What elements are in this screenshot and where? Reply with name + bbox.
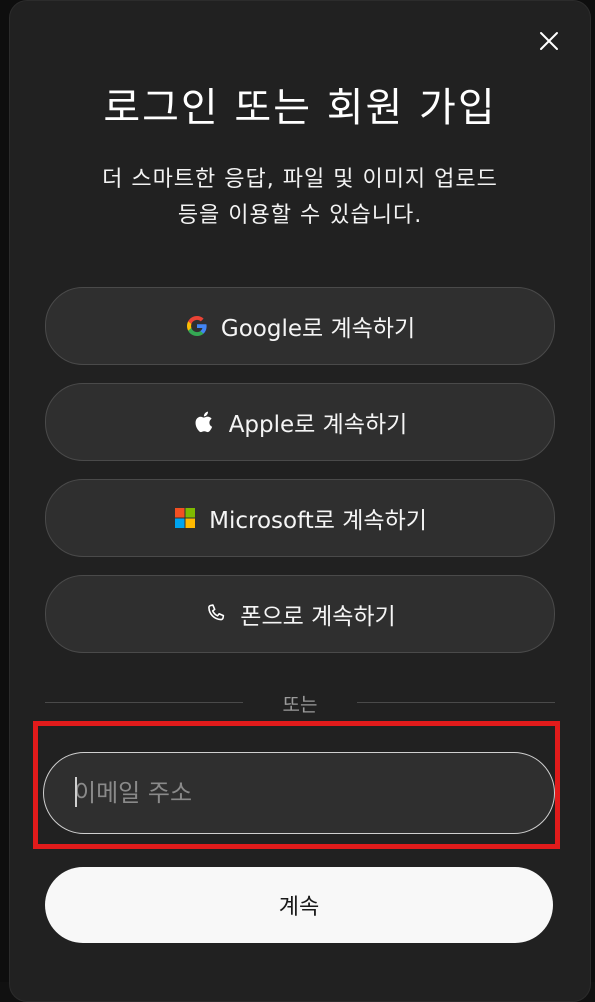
phone-login-label: 폰으로 계속하기 xyxy=(240,604,396,630)
microsoft-login-label: Microsoft로 계속하기 xyxy=(209,508,427,534)
subtitle-line-1: 더 스마트한 응답, 파일 및 이미지 업로드 xyxy=(102,167,498,192)
divider-line-right xyxy=(357,702,555,703)
apple-login-button[interactable]: Apple로 계속하기 xyxy=(45,383,555,461)
or-divider: 또는 xyxy=(45,690,555,716)
phone-login-button[interactable]: 폰으로 계속하기 xyxy=(45,575,555,653)
login-dialog: 로그인 또는 회원 가입 더 스마트한 응답, 파일 및 이미지 업로드 등을 … xyxy=(9,0,591,1002)
close-icon xyxy=(536,28,562,54)
microsoft-icon xyxy=(173,506,197,530)
highlight-box xyxy=(33,721,560,849)
google-login-button[interactable]: Google로 계속하기 xyxy=(45,287,555,365)
dialog-subtitle: 더 스마트한 응답, 파일 및 이미지 업로드 등을 이용할 수 있습니다. xyxy=(50,162,550,234)
google-icon xyxy=(185,314,209,338)
dialog-title: 로그인 또는 회원 가입 xyxy=(103,85,497,131)
close-button[interactable] xyxy=(536,28,562,54)
apple-icon xyxy=(193,410,217,434)
google-login-label: Google로 계속하기 xyxy=(220,316,416,342)
apple-login-label: Apple로 계속하기 xyxy=(228,412,408,438)
divider-text: 또는 xyxy=(282,694,318,716)
subtitle-line-2: 등을 이용할 수 있습니다. xyxy=(177,203,423,228)
phone-icon xyxy=(204,602,228,626)
continue-button[interactable]: 계속 xyxy=(45,867,553,943)
microsoft-login-button[interactable]: Microsoft로 계속하기 xyxy=(45,479,555,557)
